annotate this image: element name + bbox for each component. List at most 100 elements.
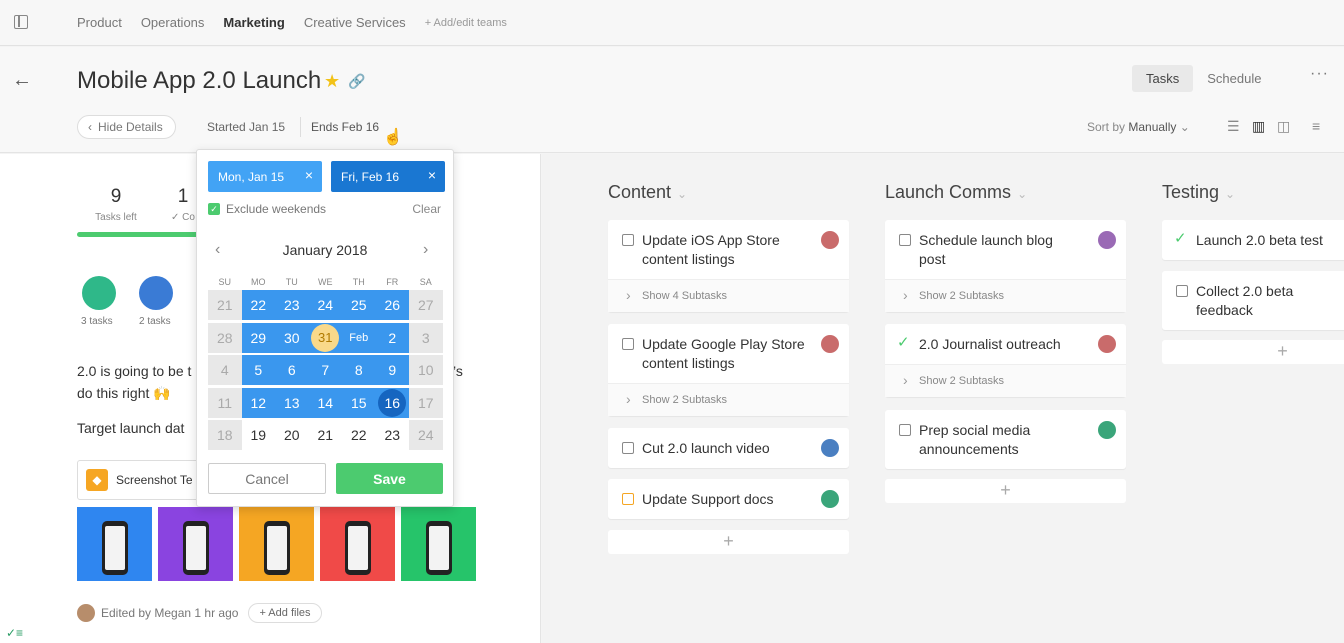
team-tab-operations[interactable]: Operations [141,15,205,30]
back-arrow-icon[interactable]: ← [12,69,32,92]
task-checkbox[interactable] [899,234,911,246]
calendar-day[interactable]: 8 [342,355,376,385]
calendar-day[interactable]: 28 [208,322,242,353]
column-title[interactable]: Content ⌄ [608,182,687,203]
column-title[interactable]: Launch Comms ⌄ [885,182,1027,203]
split-view-icon[interactable]: ◫ [1277,118,1290,135]
team-tab-product[interactable]: Product [77,15,122,30]
show-subtasks-toggle[interactable]: Show 2 Subtasks [608,383,849,416]
board-view-icon[interactable]: ▥ [1252,118,1265,135]
calendar-day[interactable]: 25 [342,290,376,320]
calendar-day[interactable]: 29 [241,322,275,353]
task-checkbox[interactable] [622,442,634,454]
avatar[interactable] [821,231,839,249]
check-icon[interactable]: ✓ [897,333,910,352]
task-checkbox[interactable] [622,234,634,246]
calendar-day[interactable]: 30 [275,322,309,353]
calendar-day[interactable]: 5 [241,355,275,385]
avatar[interactable] [821,490,839,508]
tab-schedule[interactable]: Schedule [1193,65,1275,92]
calendar-day[interactable]: 19 [241,420,275,450]
calendar-day[interactable]: 27 [409,290,443,320]
task-main[interactable]: Update Support docs [608,479,849,519]
add-files-button[interactable]: + Add files [248,603,322,623]
task-card[interactable]: Schedule launch blog post Show 2 Subtasks [885,220,1126,312]
calendar-day[interactable]: 23 [375,420,409,450]
add-edit-teams-link[interactable]: + Add/edit teams [425,17,507,30]
calendar-day[interactable]: 15 [342,387,376,418]
task-main[interactable]: Collect 2.0 beta feedback [1162,271,1344,330]
task-checkbox[interactable] [899,424,911,436]
calendar-day[interactable]: 10 [409,355,443,385]
avatar[interactable] [821,335,839,353]
calendar-day[interactable]: 22 [241,290,275,320]
task-card[interactable]: ✓ Launch 2.0 beta test [1162,220,1344,260]
calendar-day[interactable]: 21 [308,420,342,450]
filter-icon[interactable]: ≡ [1312,118,1320,134]
calendar-day[interactable]: 23 [275,290,309,320]
calendar-day[interactable]: 12 [241,387,275,418]
checklist-icon[interactable]: ✓≡ [0,626,23,640]
calendar-day[interactable]: 18 [208,420,242,450]
avatar[interactable] [821,439,839,457]
team-tab-marketing[interactable]: Marketing [223,15,284,30]
chevron-down-icon[interactable]: ⌄ [677,187,687,201]
calendar-day[interactable]: 20 [275,420,309,450]
tab-tasks[interactable]: Tasks [1132,65,1194,92]
avatar[interactable] [139,276,173,310]
add-card-button[interactable]: + [1162,340,1344,364]
hide-details-button[interactable]: ‹ Hide Details [77,115,176,139]
save-button[interactable]: Save [336,463,443,494]
avatar[interactable] [1098,421,1116,439]
task-card[interactable]: ✓ 2.0 Journalist outreach Show 2 Subtasks [885,324,1126,397]
star-icon[interactable]: ★ [324,71,340,92]
image-thumbnail[interactable] [77,507,152,581]
task-card[interactable]: Collect 2.0 beta feedback [1162,271,1344,330]
ends-date-button[interactable]: Ends Feb 16 [311,120,379,134]
calendar-day[interactable]: 4 [208,355,242,385]
avatar[interactable] [1098,231,1116,249]
close-icon[interactable]: × [428,167,436,183]
calendar-day[interactable]: 26 [375,290,409,320]
calendar-day[interactable]: 21 [208,290,242,320]
image-thumbnail[interactable] [158,507,233,581]
started-date[interactable]: Started Jan 15 [207,120,285,134]
calendar-day[interactable]: 24 [308,290,342,320]
show-subtasks-toggle[interactable]: Show 2 Subtasks [885,364,1126,397]
image-thumbnail[interactable] [239,507,314,581]
calendar-day[interactable]: 24 [409,420,443,450]
sidebar-toggle-icon[interactable] [14,15,28,29]
chevron-down-icon[interactable]: ⌄ [1225,187,1235,201]
avatar[interactable] [82,276,116,310]
calendar-day[interactable]: 2 [375,322,409,353]
calendar-day[interactable]: 17 [409,387,443,418]
task-card[interactable]: Update Support docs [608,479,849,519]
calendar-day[interactable]: 13 [275,387,309,418]
task-card[interactable]: Update iOS App Store content listings Show… [608,220,849,312]
add-card-button[interactable]: + [608,530,849,554]
show-subtasks-toggle[interactable]: Show 2 Subtasks [885,279,1126,312]
attached-file[interactable]: ◆ Screenshot Te [77,460,207,500]
sort-dropdown[interactable]: Sort by Manually ⌄ [1087,120,1190,134]
show-subtasks-toggle[interactable]: Show 4 Subtasks [608,279,849,312]
avatar[interactable] [1098,335,1116,353]
calendar-day[interactable]: 22 [342,420,376,450]
link-icon[interactable]: 🔗 [348,73,365,90]
calendar-day[interactable]: 31 [308,322,342,353]
chevron-right-icon[interactable]: › [423,241,428,259]
task-main[interactable]: ✓ Launch 2.0 beta test [1162,220,1344,260]
calendar-day[interactable]: 7 [308,355,342,385]
task-main[interactable]: Update iOS App Store content listings [608,220,849,279]
task-checkbox[interactable] [622,493,634,505]
task-checkbox[interactable] [622,338,634,350]
list-view-icon[interactable]: ☰ [1227,118,1240,135]
chevron-down-icon[interactable]: ⌄ [1017,187,1027,201]
task-main[interactable]: Schedule launch blog post [885,220,1126,279]
column-title[interactable]: Testing ⌄ [1162,182,1235,203]
calendar-day[interactable]: Feb [342,322,376,353]
task-main[interactable]: ✓ 2.0 Journalist outreach [885,324,1126,364]
task-main[interactable]: Cut 2.0 launch video [608,428,849,468]
task-card[interactable]: Prep social media announcements [885,410,1126,469]
image-thumbnail[interactable] [320,507,395,581]
task-main[interactable]: Update Google Play Store content listings [608,324,849,383]
